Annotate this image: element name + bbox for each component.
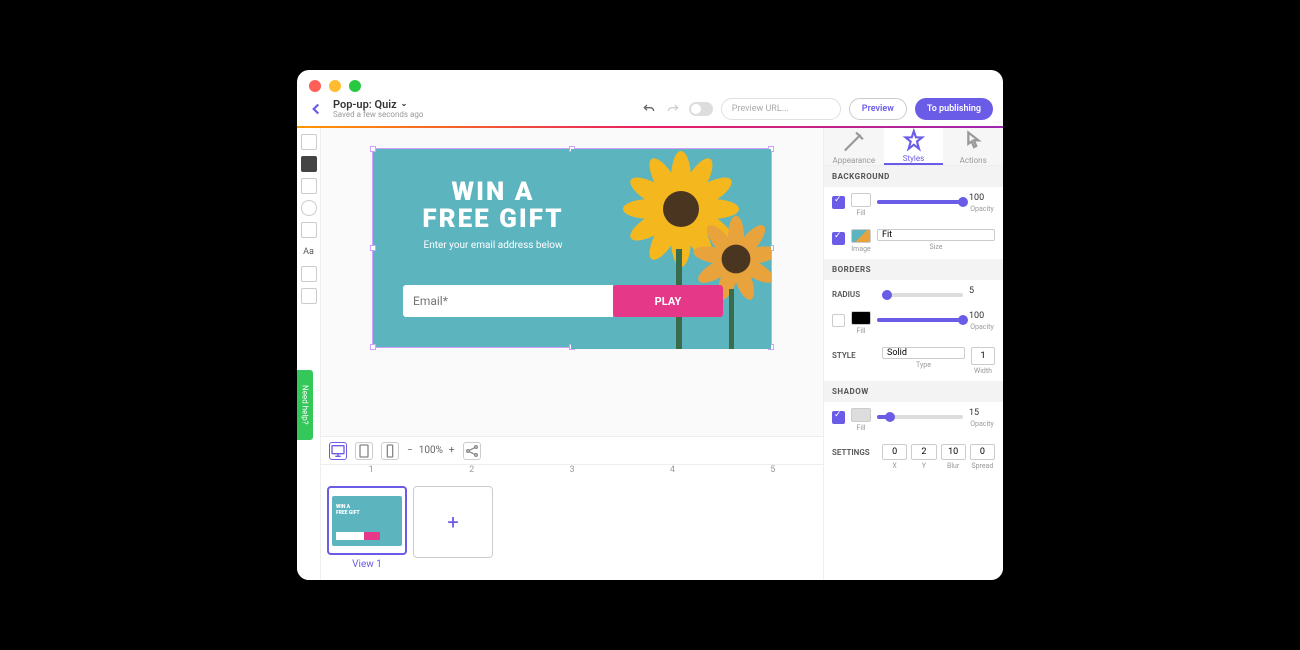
- canvas[interactable]: ✕ WIN A FREE GIFT Enter your e: [321, 128, 823, 436]
- tool-text-icon[interactable]: Aa: [301, 244, 317, 260]
- zoom-out-button[interactable]: −: [407, 445, 413, 456]
- section-shadow: SHADOW: [824, 381, 1003, 402]
- tool-input-icon[interactable]: [301, 178, 317, 194]
- document-title: Pop-up: Quiz: [333, 99, 397, 111]
- save-status: Saved a few seconds ago: [333, 111, 423, 120]
- share-icon[interactable]: [463, 442, 481, 460]
- border-opacity-slider[interactable]: [877, 318, 963, 322]
- device-desktop-icon[interactable]: [329, 442, 347, 460]
- chevron-down-icon[interactable]: ⌄: [401, 100, 408, 109]
- zoom-bar: − 100% +: [321, 436, 823, 464]
- frames-strip: WIN AFREE GIFT View 1 +: [321, 480, 823, 580]
- frame-item[interactable]: WIN AFREE GIFT View 1: [327, 486, 407, 574]
- preview-toggle[interactable]: [689, 102, 713, 116]
- resize-handle[interactable]: [370, 344, 376, 350]
- panel-tabs: Appearance Styles Actions: [824, 128, 1003, 166]
- bg-image-checkbox[interactable]: [832, 232, 845, 245]
- window-controls: [309, 80, 361, 92]
- resize-handle[interactable]: [370, 245, 376, 251]
- tool-checkbox-icon[interactable]: [301, 156, 317, 172]
- tab-styles[interactable]: Styles: [884, 128, 944, 165]
- device-mobile-icon[interactable]: [381, 442, 399, 460]
- bg-opacity-value: 100: [969, 193, 995, 203]
- border-type-select[interactable]: Solid: [882, 347, 965, 359]
- shadow-y-input[interactable]: [911, 444, 936, 460]
- email-field[interactable]: [403, 285, 613, 317]
- redo-icon[interactable]: [665, 101, 681, 117]
- help-button[interactable]: Need help?: [297, 370, 313, 440]
- back-button[interactable]: [307, 100, 325, 118]
- border-opacity-value: 100: [969, 311, 995, 321]
- section-background: BACKGROUND: [824, 166, 1003, 187]
- border-fill-checkbox[interactable]: [832, 314, 845, 327]
- tool-layout-icon[interactable]: [301, 134, 317, 150]
- resize-handle[interactable]: [370, 146, 376, 152]
- app-window: Pop-up: Quiz ⌄ Saved a few seconds ago P…: [297, 70, 1003, 580]
- bg-size-select[interactable]: Fit: [877, 229, 995, 241]
- play-button[interactable]: PLAY: [613, 285, 723, 317]
- maximize-window-icon[interactable]: [349, 80, 361, 92]
- tool-field-icon[interactable]: [301, 266, 317, 282]
- popup-form: PLAY: [403, 285, 723, 317]
- popup-headline: WIN A FREE GIFT Enter your email address…: [403, 179, 583, 251]
- radius-label: RADIUS: [832, 290, 876, 299]
- popup-element[interactable]: ✕ WIN A FREE GIFT Enter your e: [372, 148, 772, 348]
- left-toolbar: Aa: [297, 128, 321, 580]
- undo-icon[interactable]: [641, 101, 657, 117]
- radius-slider[interactable]: [882, 293, 963, 297]
- sunflower-image: [571, 149, 771, 349]
- frames-ruler: 1 2 3 4 5: [321, 464, 823, 480]
- preview-url-input[interactable]: Preview URL...: [721, 98, 841, 120]
- shadow-fill-checkbox[interactable]: [832, 411, 845, 424]
- bg-image-swatch[interactable]: [851, 229, 871, 243]
- canvas-area: ✕ WIN A FREE GIFT Enter your e: [321, 128, 823, 580]
- radius-value: 5: [969, 286, 995, 296]
- shadow-opacity-slider[interactable]: [877, 415, 963, 419]
- shadow-blur-input[interactable]: [941, 444, 966, 460]
- style-label: STYLE: [832, 351, 876, 360]
- shadow-x-input[interactable]: [882, 444, 907, 460]
- properties-panel: Appearance Styles Actions BACKGROUND Fil…: [823, 128, 1003, 580]
- border-width-input[interactable]: 1: [971, 347, 995, 365]
- close-window-icon[interactable]: [309, 80, 321, 92]
- shadow-spread-input[interactable]: [970, 444, 995, 460]
- tool-button-icon[interactable]: [301, 222, 317, 238]
- publish-button[interactable]: To publishing: [915, 98, 993, 120]
- tool-image-icon[interactable]: [301, 288, 317, 304]
- bg-opacity-slider[interactable]: [877, 200, 963, 204]
- minimize-window-icon[interactable]: [329, 80, 341, 92]
- bg-fill-checkbox[interactable]: [832, 196, 845, 209]
- top-bar: Pop-up: Quiz ⌄ Saved a few seconds ago P…: [297, 92, 1003, 128]
- add-frame-button[interactable]: +: [413, 486, 493, 558]
- frame-label: View 1: [352, 555, 382, 574]
- device-tablet-icon[interactable]: [355, 442, 373, 460]
- preview-button[interactable]: Preview: [849, 98, 907, 120]
- tab-actions[interactable]: Actions: [943, 128, 1003, 165]
- shadow-fill-swatch[interactable]: [851, 408, 871, 422]
- tab-appearance[interactable]: Appearance: [824, 128, 884, 165]
- bg-fill-swatch[interactable]: [851, 193, 871, 207]
- border-fill-swatch[interactable]: [851, 311, 871, 325]
- section-borders: BORDERS: [824, 259, 1003, 280]
- zoom-level: 100%: [419, 445, 443, 456]
- plus-icon: +: [447, 510, 458, 534]
- tool-radio-icon[interactable]: [301, 200, 317, 216]
- zoom-in-button[interactable]: +: [449, 445, 455, 456]
- settings-label: SETTINGS: [832, 448, 876, 457]
- shadow-opacity-value: 15: [969, 408, 995, 418]
